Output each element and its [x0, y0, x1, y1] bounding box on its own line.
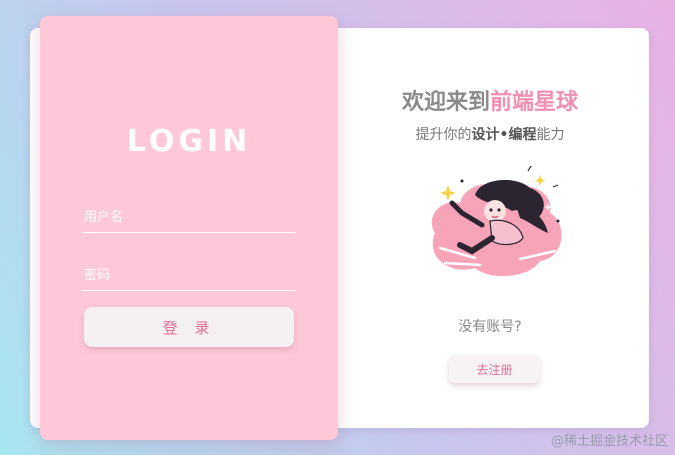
login-panel: LOGIN 登 录: [40, 16, 338, 440]
subtitle-bold: 设计•编程: [471, 127, 537, 143]
username-field: [82, 203, 296, 233]
subtitle-prefix: 提升你的: [415, 127, 472, 143]
welcome-title-prefix: 欢迎来到: [401, 90, 490, 115]
password-input[interactable]: [82, 261, 296, 290]
register-button[interactable]: 去注册: [449, 355, 540, 383]
username-input[interactable]: [82, 203, 296, 232]
password-field: [82, 261, 296, 291]
welcome-title: 欢迎来到前端星球: [355, 84, 625, 116]
login-button[interactable]: 登 录: [84, 307, 294, 347]
welcome-subtitle: 提升你的设计•编程能力: [355, 124, 625, 144]
no-account-prompt: 没有账号?: [458, 319, 522, 335]
watermark: @稀土掘金技术社区: [550, 434, 668, 449]
subtitle-suffix: 能力: [536, 127, 565, 143]
login-title: LOGIN: [126, 124, 252, 159]
flying-girl-illustration: [431, 165, 562, 277]
welcome-title-highlight: 前端星球: [490, 90, 579, 115]
